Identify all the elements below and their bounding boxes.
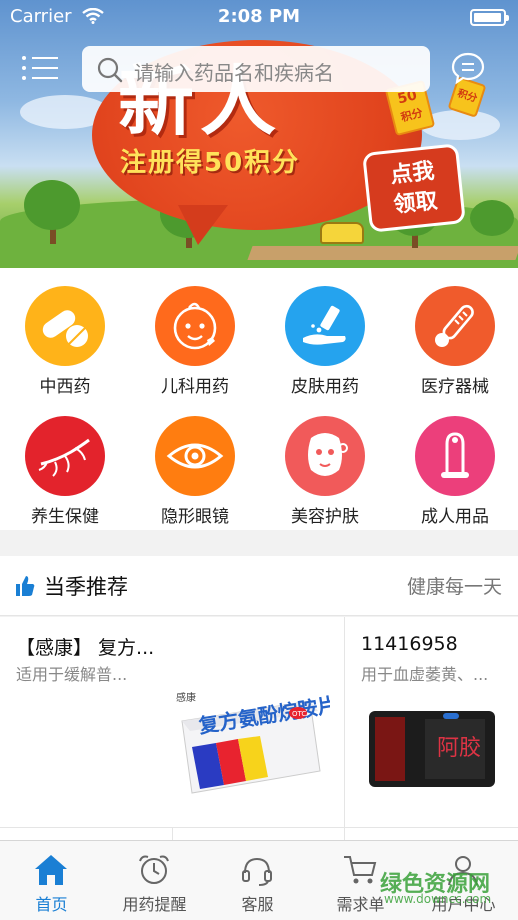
- section-more-link[interactable]: 健康每一天: [407, 572, 502, 599]
- face-mask-icon: [308, 433, 348, 476]
- category-label: 中西药: [39, 377, 91, 397]
- otc-badge: OTC: [292, 710, 306, 718]
- category-icon-bg: [415, 416, 495, 496]
- tree: [470, 200, 514, 236]
- list-icon-dot: [22, 66, 26, 70]
- category-medical-device[interactable]: 医疗器械: [390, 268, 518, 398]
- condom-icon: [441, 432, 469, 478]
- car: [320, 222, 364, 244]
- category-medicine[interactable]: 中西药: [0, 268, 130, 398]
- product-name: 11416958: [361, 633, 458, 655]
- category-icon-bg: [415, 286, 495, 366]
- category-label: 皮肤用药: [291, 377, 359, 397]
- category-label: 儿科用药: [161, 377, 229, 397]
- claim-button[interactable]: 点我 领取: [362, 143, 466, 233]
- tree: [24, 180, 80, 230]
- category-adult[interactable]: 成人用品: [390, 398, 518, 528]
- category-icon-bg: [155, 286, 235, 366]
- coupon-small-label: 积分: [455, 88, 479, 105]
- section-header: 当季推荐 健康每一天: [0, 556, 518, 616]
- product-list: 【感康】 复方... 适用于缓解普... 复方氨酚烷胺片 感康 OTC 1141…: [0, 617, 518, 841]
- category-icon-bg: [155, 416, 235, 496]
- category-skin[interactable]: 皮肤用药: [260, 268, 390, 398]
- category-label: 隐形眼镜: [161, 507, 229, 527]
- category-label: 成人用品: [421, 507, 489, 527]
- category-icon-bg: [285, 416, 365, 496]
- battery-fill: [474, 13, 501, 22]
- list-icon-line: [32, 77, 58, 79]
- clock: 2:08 PM: [217, 6, 301, 27]
- cart-icon: [344, 856, 377, 884]
- category-label: 养生保健: [31, 507, 99, 527]
- category-health[interactable]: 养生保健: [0, 398, 130, 528]
- category-icon-bg: [25, 416, 105, 496]
- list-icon-line: [32, 57, 58, 59]
- search-icon: [97, 57, 123, 83]
- tab-label: 客服: [241, 895, 274, 914]
- category-label: 美容护肤: [291, 507, 359, 527]
- tab-label: 用药提醒: [122, 895, 187, 914]
- home-icon: [35, 855, 67, 885]
- thermometer-icon: [435, 304, 474, 347]
- product-desc: 适用于缓解普...: [16, 665, 128, 684]
- watermark-url: www.downcc.com: [384, 892, 492, 906]
- category-beauty[interactable]: 美容护肤: [260, 398, 390, 528]
- alarm-clock-icon: [139, 855, 169, 884]
- category-contact-lens[interactable]: 隐形眼镜: [130, 398, 260, 528]
- product-image: 阿胶: [369, 711, 495, 787]
- banner-subtitle: 注册得50积分: [120, 148, 301, 178]
- product-name: 【感康】 复方...: [16, 637, 155, 659]
- tab-label: 首页: [35, 895, 68, 914]
- product-image: 复方氨酚烷胺片 感康 OTC: [176, 691, 330, 794]
- tab-service[interactable]: 客服: [206, 841, 309, 920]
- promo-banner[interactable]: 新人 注册得50积分 点我 领取 50 积分 积分: [0, 0, 518, 268]
- product-desc: 用于血虚萎黄、...: [361, 665, 489, 684]
- section-title: 当季推荐: [44, 575, 128, 599]
- category-label: 医疗器械: [421, 377, 489, 397]
- skin-cream-icon: [303, 305, 346, 345]
- thumbs-up-icon: [16, 576, 35, 596]
- list-icon-line: [32, 67, 58, 69]
- chat-icon[interactable]: [450, 50, 486, 86]
- headset-icon: [242, 857, 272, 886]
- list-icon-dot: [22, 76, 26, 80]
- category-pediatric[interactable]: 儿科用药: [130, 268, 260, 398]
- category-grid: 中西药 儿科用药 皮肤用药 医疗器械 养生保健 隐形眼镜 美容护肤 成人用品: [0, 268, 518, 530]
- menu-button[interactable]: [22, 52, 58, 82]
- tab-reminder[interactable]: 用药提醒: [103, 841, 206, 920]
- road: [247, 246, 518, 260]
- tab-home[interactable]: 首页: [0, 841, 103, 920]
- list-icon-dot: [22, 56, 26, 60]
- ginseng-icon: [38, 438, 90, 477]
- product-card[interactable]: 【感康】 复方... 适用于缓解普... 复方氨酚烷胺片 感康 OTC: [0, 617, 344, 840]
- baby-icon: [173, 302, 217, 350]
- category-icon-bg: [285, 286, 365, 366]
- divider: [172, 827, 173, 841]
- battery-icon: [470, 9, 509, 26]
- search-placeholder: 请输入药品名和疾病名: [134, 61, 334, 85]
- box-label: 阿胶: [437, 736, 481, 761]
- speech-bubble-tail: [178, 205, 228, 245]
- product-card[interactable]: 11416958 用于血虚萎黄、... 阿胶: [345, 617, 518, 840]
- divider: [0, 827, 518, 828]
- box-brand: 感康: [176, 691, 196, 704]
- search-input[interactable]: 请输入药品名和疾病名: [82, 46, 430, 92]
- eye-icon: [166, 443, 224, 469]
- category-icon-bg: [25, 286, 105, 366]
- status-bar: Carrier 2:08 PM: [0, 0, 518, 34]
- pills-icon: [42, 310, 88, 347]
